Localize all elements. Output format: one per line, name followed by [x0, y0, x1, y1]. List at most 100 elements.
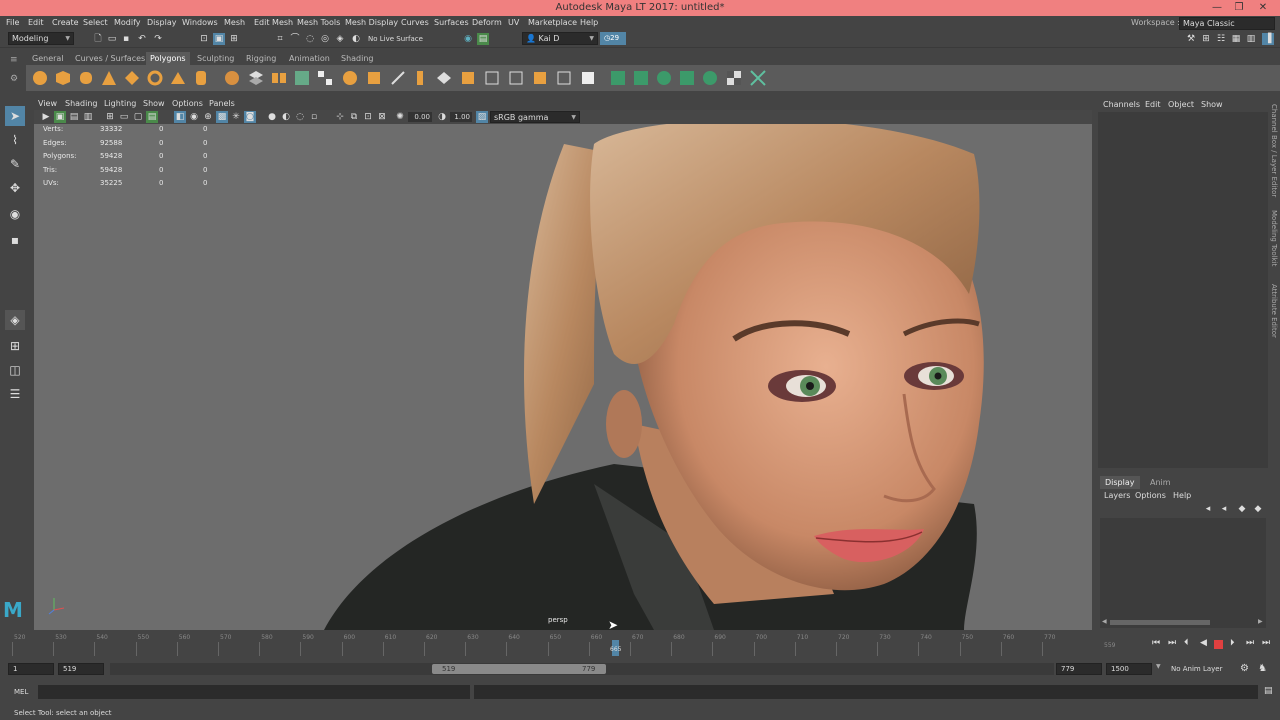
image-plane-icon[interactable]: ▥	[82, 111, 94, 123]
layer-help-menu[interactable]: Help	[1173, 490, 1191, 502]
go-to-start-icon[interactable]: ⏮	[1152, 638, 1160, 648]
menu-mesh-tools[interactable]: Mesh Tools	[297, 16, 340, 30]
smooth-shade-icon[interactable]: ◉	[188, 111, 200, 123]
channel-box-side-tab[interactable]: Channel Box / Layer Editor	[1270, 104, 1278, 197]
step-back-frame-icon[interactable]: ⏴	[1184, 638, 1189, 648]
attribute-editor-side-tab[interactable]: Attribute Editor	[1270, 284, 1278, 338]
menu-windows[interactable]: Windows	[182, 16, 218, 30]
modeling-toolkit-side-tab[interactable]: Modeling Toolkit	[1270, 210, 1278, 266]
workspace-select[interactable]: Maya Classic	[1179, 17, 1275, 30]
shadows-icon[interactable]: ◙	[244, 111, 256, 123]
snap-surface-icon[interactable]: ◈	[334, 33, 346, 45]
open-scene-icon[interactable]: ▭	[106, 33, 118, 45]
single-perspective-view-icon[interactable]: ◈	[5, 310, 25, 330]
render-icon[interactable]: ◉	[462, 33, 474, 45]
mirror-icon[interactable]	[366, 70, 382, 86]
select-component-icon[interactable]: ⊞	[228, 33, 240, 45]
character-controls-icon[interactable]: ⊞	[1200, 33, 1212, 45]
channel-edit-menu[interactable]: Edit	[1145, 98, 1161, 112]
attribute-editor-icon[interactable]: ☷	[1215, 33, 1227, 45]
poly-pyramid-icon[interactable]	[170, 70, 186, 86]
channel-box[interactable]	[1098, 112, 1268, 468]
menu-deform[interactable]: Deform	[472, 16, 502, 30]
playback-end-field[interactable]: 779	[1056, 663, 1102, 675]
scale-tool-icon[interactable]: ▪	[5, 230, 25, 250]
script-editor-icon[interactable]: ▤	[1264, 686, 1273, 696]
stop-button[interactable]	[1214, 640, 1223, 649]
playback-start-field[interactable]: 519	[58, 663, 104, 675]
view-transform-select[interactable]: sRGB gamma ▼	[490, 111, 580, 123]
modeling-toolkit-icon[interactable]: ⚒	[1185, 33, 1197, 45]
select-tool-icon[interactable]: ➤	[5, 106, 25, 126]
command-input[interactable]	[38, 685, 470, 699]
shelf-tab-curves-surfaces[interactable]: Curves / Surfaces	[71, 52, 149, 65]
anim-preferences-icon[interactable]: ⚙	[1240, 663, 1249, 674]
xray-components-icon[interactable]: ⊠	[376, 111, 388, 123]
outliner-layout-icon[interactable]: ☰	[5, 384, 25, 404]
fill-hole-icon[interactable]	[460, 70, 476, 86]
extrude-icon[interactable]	[412, 70, 428, 86]
camera-icon[interactable]: ▶	[40, 111, 52, 123]
ambient-occlusion-icon[interactable]: ●	[266, 111, 278, 123]
xray-icon[interactable]: ⧉	[348, 111, 360, 123]
combine-icon[interactable]	[224, 70, 240, 86]
quad-draw-icon[interactable]	[556, 70, 572, 86]
shelf-tab-shading[interactable]: Shading	[337, 52, 378, 65]
connect-icon[interactable]	[532, 70, 548, 86]
menu-mesh-display[interactable]: Mesh Display	[345, 16, 398, 30]
viewport-menu-panels[interactable]: Panels	[209, 98, 235, 110]
maximize-button[interactable]: ❐	[1228, 0, 1250, 16]
close-button[interactable]: ✕	[1252, 0, 1274, 16]
bookmark-icon[interactable]: ▤	[68, 111, 80, 123]
uv-editor-icon[interactable]	[702, 70, 718, 86]
go-to-end-icon[interactable]: ⏭	[1262, 638, 1270, 648]
select-hierarchy-icon[interactable]: ⊡	[198, 33, 210, 45]
perspective-viewport[interactable]: Verts: 33332 0 0 Edges: 92588 0 0 Polygo…	[34, 124, 1092, 630]
account-select[interactable]: 👤 Kai D ▼	[522, 32, 598, 45]
menu-display[interactable]: Display	[147, 16, 177, 30]
step-forward-frame-icon[interactable]: ⏵	[1230, 638, 1235, 648]
menu-marketplace[interactable]: Marketplace	[528, 16, 577, 30]
poly-plane-icon[interactable]	[147, 70, 163, 86]
snap-grid-icon[interactable]: ⌗	[274, 33, 286, 45]
layer-options-menu[interactable]: Options	[1135, 490, 1166, 502]
gate-mask-icon[interactable]: ▤	[146, 111, 158, 123]
extract-icon[interactable]	[271, 70, 287, 86]
menu-edit[interactable]: Edit	[28, 16, 44, 30]
layer-scrollbar[interactable]	[1110, 620, 1210, 625]
new-empty-layer-icon[interactable]: ◆	[1236, 503, 1248, 515]
animation-end-field[interactable]: 1500	[1106, 663, 1152, 675]
minimize-button[interactable]: —	[1206, 0, 1228, 16]
poly-cone-icon[interactable]	[101, 70, 117, 86]
channels-menu[interactable]: Channels	[1103, 98, 1140, 112]
two-panes-icon[interactable]: ◫	[5, 360, 25, 380]
animation-start-field[interactable]: 1	[8, 663, 54, 675]
gamma-field[interactable]: 1.00	[450, 112, 472, 122]
resolution-gate-icon[interactable]: ▢	[132, 111, 144, 123]
poly-pipe-icon[interactable]	[193, 70, 209, 86]
motion-blur-icon[interactable]: ◐	[280, 111, 292, 123]
channel-object-menu[interactable]: Object	[1168, 98, 1194, 112]
shelf-tab-general[interactable]: General	[28, 52, 68, 65]
wireframe-icon[interactable]: ◧	[174, 111, 186, 123]
shelf-tab-sculpting[interactable]: Sculpting	[193, 52, 238, 65]
separate-icon[interactable]	[248, 70, 264, 86]
undo-icon[interactable]: ↶	[136, 33, 148, 45]
wireframe-on-shaded-icon[interactable]: ⊕	[202, 111, 214, 123]
move-layer-down-icon[interactable]: ◂	[1218, 503, 1230, 515]
menu-file[interactable]: File	[6, 16, 19, 30]
bevel-icon[interactable]	[436, 70, 452, 86]
play-backwards-icon[interactable]: ◀	[1200, 638, 1207, 648]
smooth-icon[interactable]	[294, 70, 310, 86]
viewport-menu-shading[interactable]: Shading	[65, 98, 98, 110]
exposure-field[interactable]: 0.00	[408, 112, 432, 122]
auto-map-icon[interactable]	[679, 70, 695, 86]
viewport-menu-show[interactable]: Show	[143, 98, 165, 110]
xray-joints-icon[interactable]: ⊡	[362, 111, 374, 123]
live-surface-icon[interactable]: ◐	[350, 33, 362, 45]
menu-select[interactable]: Select	[83, 16, 108, 30]
isolate-select-icon[interactable]: ⊹	[334, 111, 346, 123]
menu-curves[interactable]: Curves	[401, 16, 429, 30]
gamma-icon[interactable]: ◑	[436, 111, 448, 123]
cylindrical-map-icon[interactable]	[633, 70, 649, 86]
